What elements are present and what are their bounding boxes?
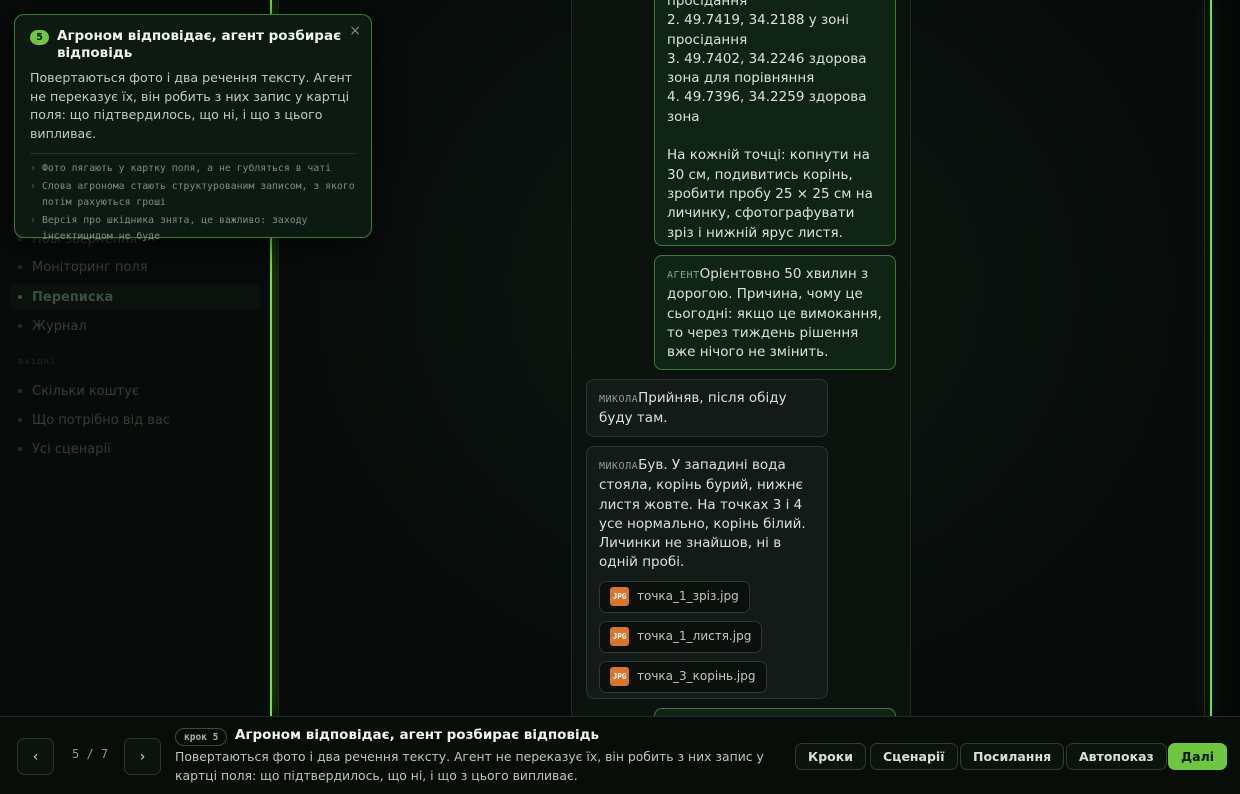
jpg-file-icon: JPG <box>610 587 629 607</box>
chevron-right-icon: › <box>139 748 146 765</box>
step-number-badge: 5 <box>30 30 49 45</box>
sidebar-item-field-monitoring[interactable]: Моніторинг поля <box>10 254 260 280</box>
step-popover: 5 Агроном відповідає, агент розбирає від… <box>14 14 372 242</box>
message-text: Був. У западині вода стояла, корінь бури… <box>599 457 811 571</box>
autoplay-button[interactable]: Автопоказ <box>1066 743 1167 770</box>
chevron-left-icon: ‹ <box>32 748 39 765</box>
popover-description: Повертаються фото і два речення тексту. … <box>30 70 353 141</box>
attachment-name: точка_1_листя.jpg <box>637 629 752 644</box>
sidebar-section-label: вхідні <box>18 357 57 367</box>
links-button[interactable]: Посилання <box>960 743 1065 770</box>
attachment-file[interactable]: JPG точка_1_листя.jpg <box>599 620 763 653</box>
step-counter: 5 / 7 <box>72 747 109 761</box>
jpg-file-icon: JPG <box>610 667 629 687</box>
popover-point: Слова агронома стають структурованим зап… <box>30 179 356 211</box>
bullet-icon <box>18 324 22 328</box>
popover-point: Фото лягають у картку поля, а не гублять… <box>30 161 356 177</box>
sidebar-item-pricing[interactable]: Скільки коштує <box>10 378 260 404</box>
step-navigation-bar: ‹ 5 / 7 › крок 5 Агроном відповідає, аге… <box>0 716 1240 794</box>
chat-message-user: МИКОЛАБув. У западині вода стояла, корін… <box>586 446 828 699</box>
step-title: Агроном відповідає, агент розбирає відпо… <box>235 727 600 743</box>
message-text: Орієнтовно 50 хвилин з дорогою. Причина,… <box>667 266 887 361</box>
message-sender: АГЕНТ <box>667 270 700 281</box>
sidebar-item-label: Що потрібно від вас <box>32 412 170 428</box>
sidebar-item-all-scenarios[interactable]: Усі сценарії <box>10 436 260 462</box>
message-text: просідання 2. 49.7419, 34.2188 у зоні пр… <box>667 0 873 241</box>
sidebar-item-journal[interactable]: Журнал <box>10 313 260 339</box>
sidebar-item-correspondence[interactable]: Переписка <box>10 284 260 310</box>
attachment-name: точка_3_корінь.jpg <box>637 669 756 684</box>
next-button[interactable]: Далі <box>1168 743 1228 770</box>
attachment-name: точка_1_зріз.jpg <box>637 589 739 604</box>
sidebar-item-label: Моніторинг поля <box>32 259 148 275</box>
bullet-icon <box>18 265 22 269</box>
attachment-file[interactable]: JPG точка_3_корінь.jpg <box>599 660 767 693</box>
message-sender: МИКОЛА <box>599 461 639 472</box>
highlight-border <box>1210 0 1212 716</box>
bullet-icon <box>18 389 22 393</box>
close-icon[interactable]: × <box>349 23 361 39</box>
scenarios-button[interactable]: Сценарії <box>870 743 958 770</box>
bullet-icon <box>18 418 22 422</box>
chat-message-agent: АГЕНТОрієнтовно 50 хвилин з дорогою. При… <box>654 255 896 370</box>
sidebar-item-label: Переписка <box>32 289 114 305</box>
attachment-file[interactable]: JPG точка_1_зріз.jpg <box>599 580 750 613</box>
chat-message-agent: просідання 2. 49.7419, 34.2188 у зоні пр… <box>654 0 896 246</box>
sidebar-item-requirements[interactable]: Що потрібно від вас <box>10 407 260 433</box>
message-sender: МИКОЛА <box>599 394 639 405</box>
popover-points: Фото лягають у картку поля, а не гублять… <box>30 161 356 245</box>
step-description: Повертаються фото і два речення тексту. … <box>175 749 764 783</box>
jpg-file-icon: JPG <box>610 627 629 647</box>
prev-step-button[interactable]: ‹ <box>17 738 54 775</box>
popover-point: Версія про шкідника знята, це важливо: з… <box>30 213 356 245</box>
divider <box>30 153 356 154</box>
sidebar-item-label: Журнал <box>32 318 87 334</box>
steps-button[interactable]: Кроки <box>795 743 866 770</box>
sidebar-item-label: Скільки коштує <box>32 383 140 399</box>
popover-title: Агроном відповідає, агент розбирає відпо… <box>57 28 342 61</box>
next-step-arrow-button[interactable]: › <box>124 738 161 775</box>
bullet-icon <box>18 295 22 299</box>
step-badge: крок 5 <box>175 728 228 746</box>
chat-message-user: МИКОЛАПрийняв, після обіду буду там. <box>586 379 828 437</box>
sidebar-item-label: Усі сценарії <box>32 441 111 457</box>
bullet-icon <box>18 447 22 451</box>
